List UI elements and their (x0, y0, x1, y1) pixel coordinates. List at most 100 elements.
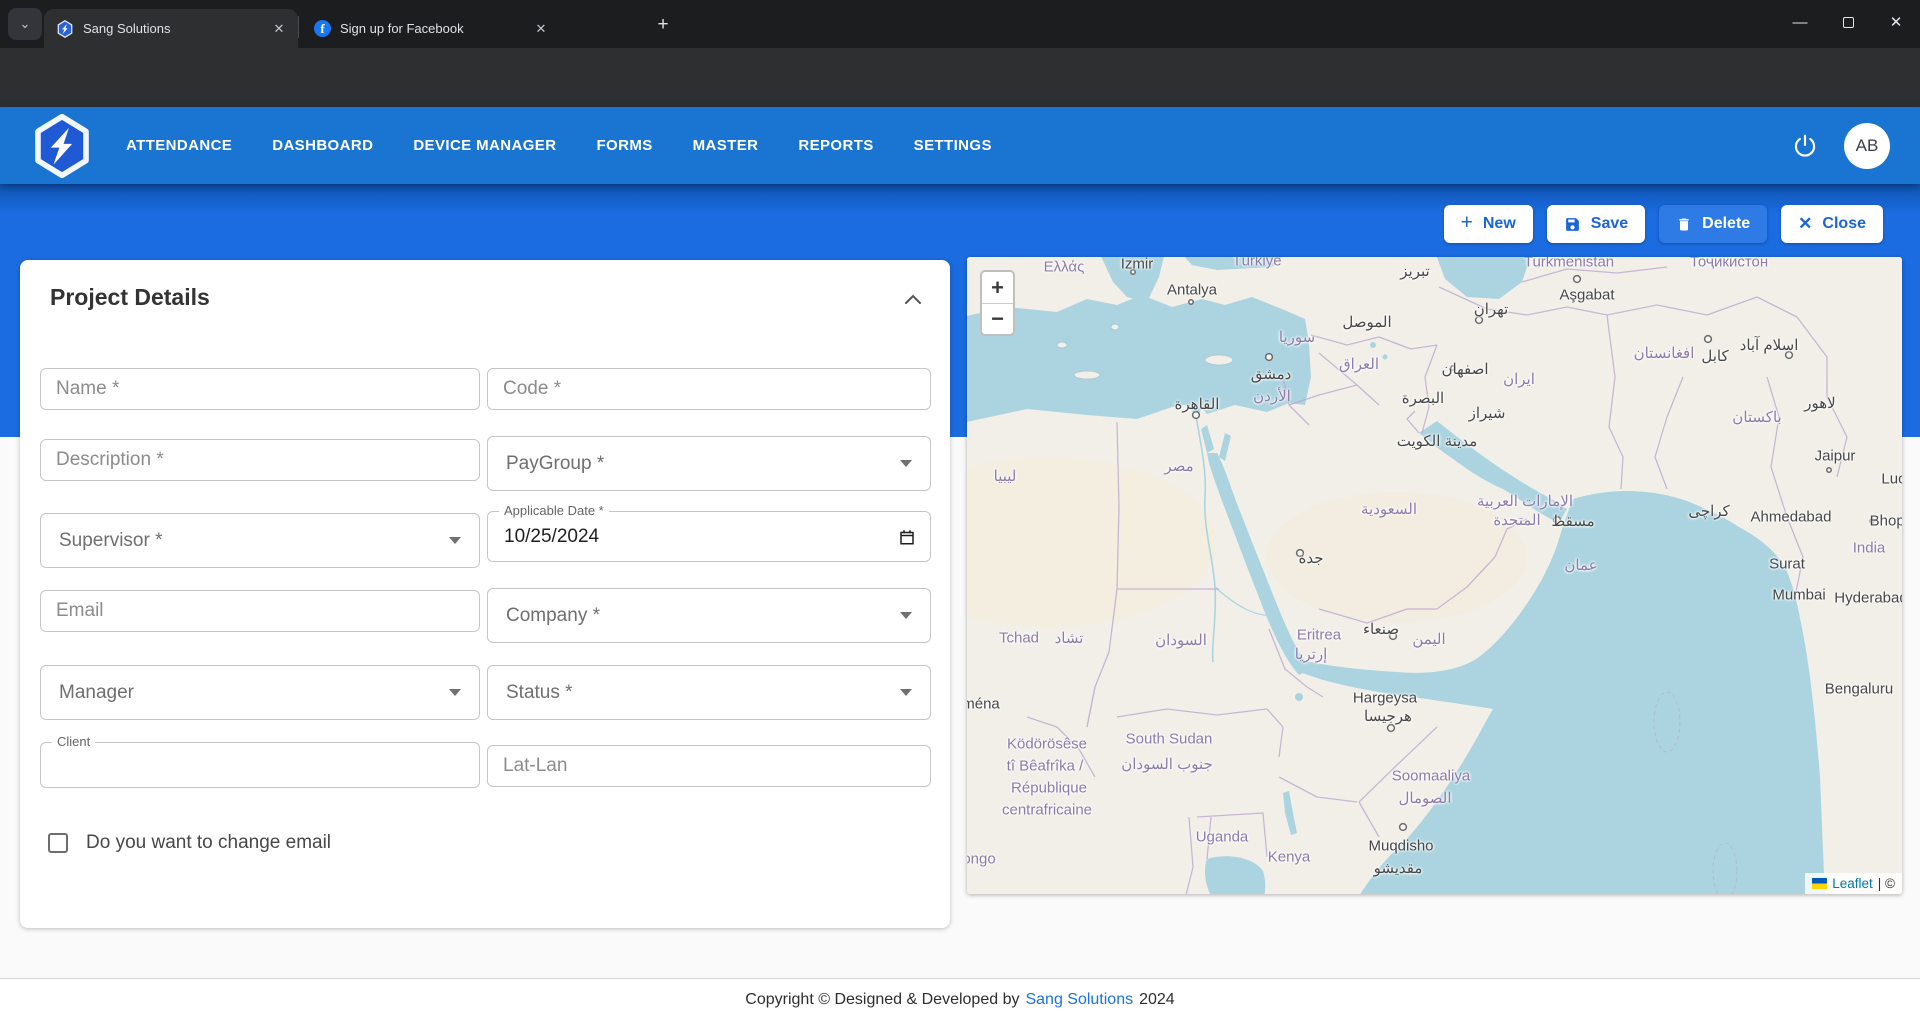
map-label: Mumbai (1772, 587, 1825, 604)
map-label: Ahmedabad (1751, 509, 1832, 526)
tab-title: Sign up for Facebook (340, 21, 523, 36)
map-label: صنعاء (1363, 620, 1399, 638)
client-field[interactable]: Client (40, 742, 480, 788)
ukraine-flag-icon (1812, 878, 1827, 889)
map-label: اليمن (1412, 630, 1445, 648)
map-label: عمان (1564, 556, 1597, 574)
map-label: Soomaaliya (1392, 768, 1470, 785)
company-select[interactable]: Company * (487, 588, 931, 643)
sang-solutions-favicon (56, 20, 74, 38)
map-label: تبريز (1400, 262, 1429, 280)
zoom-in-button[interactable]: + (982, 272, 1013, 303)
browser-tab-strip: ⌄ Sang Solutions ✕ f Sign up for Faceboo… (0, 0, 1920, 48)
dropdown-arrow-icon (900, 689, 912, 696)
status-label: Status * (506, 682, 573, 704)
tab-search-button[interactable]: ⌄ (8, 8, 42, 40)
map-label: République (1011, 780, 1087, 797)
email-input[interactable] (40, 590, 480, 632)
nav-item-dashboard[interactable]: DASHBOARD (252, 127, 393, 164)
map-label: مقديشو (1374, 859, 1423, 877)
map-label: Bengaluru (1825, 681, 1893, 698)
app-navbar: ATTENDANCEDASHBOARDDEVICE MANAGERFORMSMA… (0, 107, 1920, 184)
map-label: ليبيا (994, 467, 1017, 485)
description-input[interactable] (40, 439, 480, 481)
manager-select[interactable]: Manager (40, 665, 480, 720)
supervisor-label: Supervisor * (59, 530, 163, 552)
map-label: القاهرة (1175, 395, 1220, 413)
change-email-checkbox[interactable] (48, 833, 68, 853)
leaflet-map[interactable]: ΕλλάςIzmirTürkiyeAntalyaتبريزTurkmenista… (967, 257, 1902, 894)
map-labels-layer: ΕλλάςIzmirTürkiyeAntalyaتبريزTurkmenista… (967, 257, 1902, 894)
name-input[interactable] (40, 368, 480, 410)
chevron-down-icon: ⌄ (20, 16, 31, 32)
nav-item-forms[interactable]: FORMS (576, 127, 672, 164)
browser-tab-active[interactable]: Sang Solutions ✕ (44, 9, 298, 48)
new-tab-button[interactable]: + (648, 12, 678, 38)
delete-button[interactable]: Delete (1659, 205, 1767, 243)
applicable-date-value: 10/25/2024 (504, 526, 599, 548)
map-label: جنوب السودان (1121, 755, 1213, 773)
save-button-label: Save (1591, 215, 1628, 233)
applicable-date-field[interactable]: Applicable Date * 10/25/2024 (487, 511, 931, 562)
client-input[interactable] (51, 747, 469, 783)
minimize-button[interactable]: — (1776, 0, 1824, 44)
map-label: Surat (1769, 556, 1805, 573)
browser-tab-facebook[interactable]: f Sign up for Facebook ✕ (302, 9, 560, 48)
map-label: South Sudan (1126, 731, 1213, 748)
power-icon[interactable] (1792, 133, 1818, 159)
nav-item-master[interactable]: MASTER (673, 127, 779, 164)
zoom-out-button[interactable]: − (982, 303, 1013, 334)
map-label: ongo (967, 851, 996, 868)
close-window-button[interactable]: ✕ (1872, 0, 1920, 44)
nav-item-attendance[interactable]: ATTENDANCE (106, 127, 252, 164)
save-button[interactable]: Save (1547, 205, 1645, 243)
sang-solutions-logo[interactable] (30, 114, 94, 178)
supervisor-select[interactable]: Supervisor * (40, 513, 480, 568)
navbar-right: AB (1792, 123, 1890, 169)
map-label: Hargeysa (1353, 690, 1417, 707)
map-label: سوريا (1279, 328, 1315, 346)
map-label: اصفهان (1442, 360, 1489, 378)
new-button[interactable]: + New (1444, 205, 1533, 243)
leaflet-link[interactable]: Leaflet (1832, 876, 1873, 891)
close-tab-icon[interactable]: ✕ (270, 20, 288, 38)
map-label: العراق (1339, 355, 1379, 373)
nav-item-settings[interactable]: SETTINGS (894, 127, 1012, 164)
paygroup-select[interactable]: PayGroup * (487, 436, 931, 491)
map-label: Uganda (1196, 829, 1249, 846)
tab-title: Sang Solutions (83, 21, 261, 36)
map-label: Izmir (1121, 257, 1154, 273)
nav-item-device-manager[interactable]: DEVICE MANAGER (393, 127, 576, 164)
map-label: هرجيسا (1364, 707, 1412, 725)
maximize-button[interactable] (1824, 0, 1872, 44)
copyright-text: Copyright © Designed & Developed by (745, 991, 1019, 1009)
close-tab-icon[interactable]: ✕ (532, 20, 550, 38)
page-footer: Copyright © Designed & Developed by Sang… (0, 978, 1920, 1020)
code-input[interactable] (487, 368, 931, 410)
main-menu: ATTENDANCEDASHBOARDDEVICE MANAGERFORMSMA… (106, 127, 1012, 164)
dropdown-arrow-icon (449, 537, 461, 544)
dropdown-arrow-icon (900, 460, 912, 467)
map-label: شيراز (1469, 404, 1506, 422)
nav-item-reports[interactable]: REPORTS (778, 127, 893, 164)
calendar-icon[interactable] (898, 527, 916, 546)
user-avatar[interactable]: AB (1844, 123, 1890, 169)
map-label: Ελλάς (1044, 259, 1085, 276)
map-label: Ködörösêse (1007, 736, 1087, 753)
map-label: باكستان (1732, 408, 1781, 426)
map-label: تشاد (1055, 629, 1084, 647)
close-button[interactable]: ✕ Close (1781, 205, 1883, 243)
delete-button-label: Delete (1702, 215, 1750, 233)
latlan-input[interactable] (487, 745, 931, 787)
map-label: Tchad (999, 630, 1039, 647)
map-label: الأردن (1253, 387, 1291, 405)
map-label: India (1853, 540, 1886, 557)
map-label: Antalya (1167, 282, 1217, 299)
sang-solutions-link[interactable]: Sang Solutions (1025, 991, 1133, 1009)
application-window: ⌄ Sang Solutions ✕ f Sign up for Faceboo… (0, 0, 1920, 1020)
collapse-chevron-icon[interactable] (904, 294, 922, 305)
map-label: Bhopal (1870, 513, 1902, 530)
status-select[interactable]: Status * (487, 665, 931, 720)
maximize-icon (1843, 17, 1854, 28)
change-email-label: Do you want to change email (86, 832, 331, 854)
